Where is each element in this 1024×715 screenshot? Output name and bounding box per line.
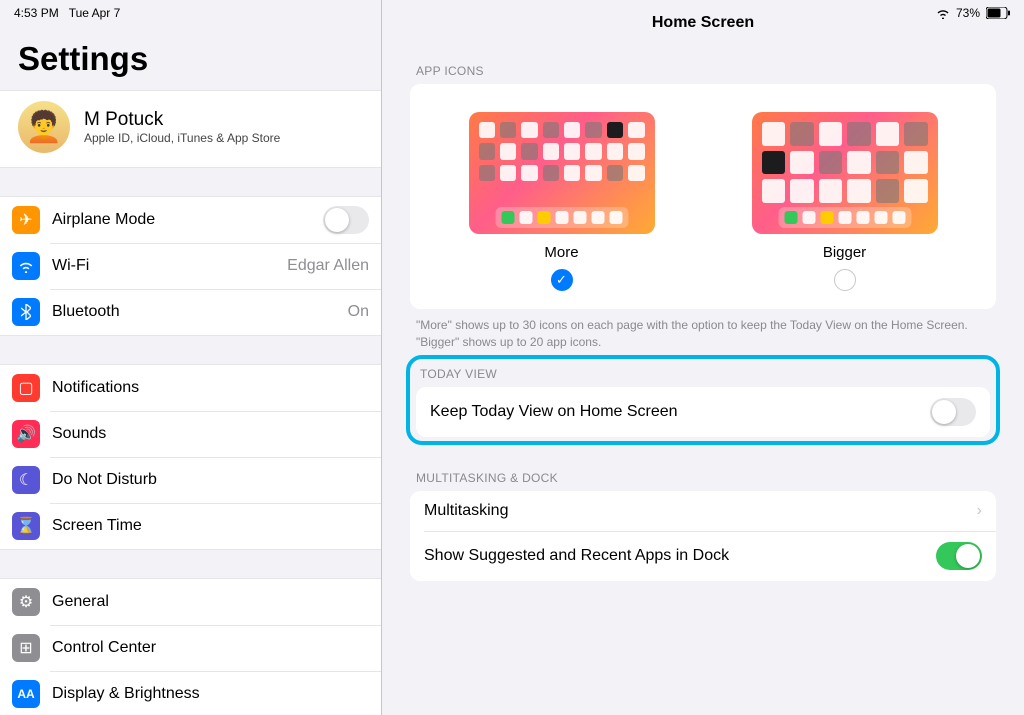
sidebar-item-label: Wi-Fi [52,257,287,275]
page-title: Settings [0,26,381,90]
screentime-icon: ⌛ [12,512,40,540]
app-icons-card: More ✓ Bigger [410,84,996,309]
sidebar-item-label: Sounds [52,425,369,443]
profile-name: M Potuck [84,109,280,131]
sidebar-item-label: Screen Time [52,517,369,535]
settings-sidebar: 4:53 PM Tue Apr 7 Settings 🧑‍🦱 M Potuck … [0,0,382,715]
status-bar: 4:53 PM Tue Apr 7 [0,0,381,26]
sidebar-item-label: Control Center [52,639,369,657]
sidebar-item-label: Airplane Mode [52,211,323,229]
apple-id-row[interactable]: 🧑‍🦱 M Potuck Apple ID, iCloud, iTunes & … [0,90,381,168]
detail-pane: 73% Home Screen APP ICONS More ✓ [382,0,1024,715]
keep-today-view-switch[interactable] [930,398,976,426]
sidebar-item-controlcenter[interactable]: ⊞ Control Center [0,625,381,671]
sounds-icon: 🔊 [12,420,40,448]
today-view-highlight: TODAY VIEW Keep Today View on Home Scree… [406,355,1000,445]
detail-title: Home Screen [382,0,1024,38]
sidebar-item-screentime[interactable]: ⌛ Screen Time [0,503,381,549]
suggested-apps-switch[interactable] [936,542,982,570]
sidebar-item-sounds[interactable]: 🔊 Sounds [0,411,381,457]
sidebar-item-bluetooth[interactable]: BluetoothOn [0,289,381,335]
section-label-today: TODAY VIEW [410,361,996,387]
radio-bigger[interactable] [834,269,856,291]
option-more[interactable]: More ✓ [469,112,655,291]
airplane-icon: ✈ [12,206,40,234]
multitasking-row[interactable]: Multitasking › [410,491,996,531]
status-date: Tue Apr 7 [69,6,121,20]
suggested-apps-row[interactable]: Show Suggested and Recent Apps in Dock [410,531,996,581]
display-icon: AA [12,680,40,708]
sidebar-item-dnd[interactable]: ☾ Do Not Disturb [0,457,381,503]
sidebar-item-wifi[interactable]: Wi-FiEdgar Allen [0,243,381,289]
section-label-multi: MULTITASKING & DOCK [410,445,996,491]
sidebar-item-label: General [52,593,369,611]
sidebar-item-airplane[interactable]: ✈ Airplane Mode [0,197,381,243]
wifi-icon [936,8,950,19]
sidebar-item-label: Bluetooth [52,303,348,321]
keep-today-view-row[interactable]: Keep Today View on Home Screen [416,387,990,437]
sidebar-item-display[interactable]: AA Display & Brightness [0,671,381,715]
notifications-icon: ▢ [12,374,40,402]
controlcenter-icon: ⊞ [12,634,40,662]
sidebar-item-general[interactable]: ⚙ General [0,579,381,625]
profile-sub: Apple ID, iCloud, iTunes & App Store [84,131,280,145]
sidebar-item-label: Notifications [52,379,369,397]
radio-more[interactable]: ✓ [551,269,573,291]
status-bar-right: 73% [936,6,1010,20]
wifi-icon [12,252,40,280]
sidebar-item-label: Do Not Disturb [52,471,369,489]
ipad-preview-more [469,112,655,234]
general-icon: ⚙ [12,588,40,616]
status-time: 4:53 PM [14,6,59,20]
bluetooth-icon [12,298,40,326]
battery-percent: 73% [956,6,980,20]
sidebar-item-label: Display & Brightness [52,685,369,703]
sidebar-item-notifications[interactable]: ▢ Notifications [0,365,381,411]
battery-icon [986,7,1010,19]
airplane-switch[interactable] [323,206,369,234]
chevron-right-icon: › [977,502,982,520]
option-bigger-label: Bigger [752,244,938,261]
option-more-label: More [469,244,655,261]
ipad-preview-bigger [752,112,938,234]
avatar: 🧑‍🦱 [18,101,70,153]
dnd-icon: ☾ [12,466,40,494]
app-icons-footnote: "More" shows up to 30 icons on each page… [410,309,996,351]
section-label-appicons: APP ICONS [410,38,996,84]
option-bigger[interactable]: Bigger [752,112,938,291]
